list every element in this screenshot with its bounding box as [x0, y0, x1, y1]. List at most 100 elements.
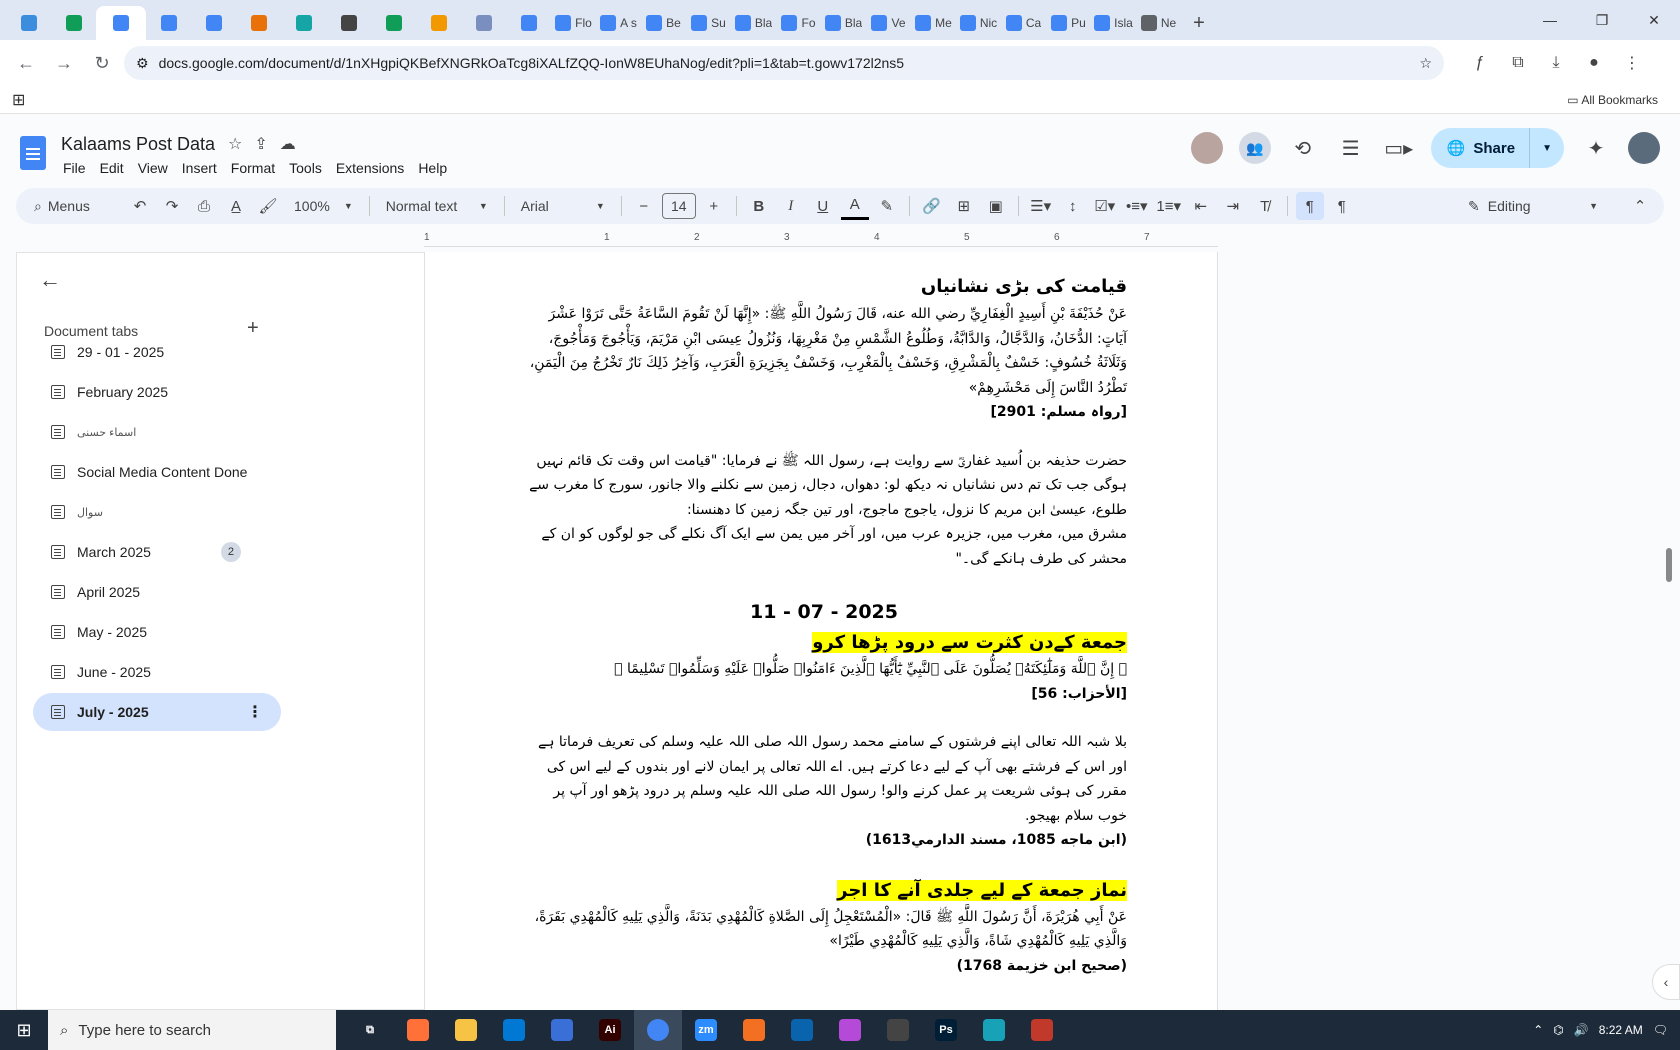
underline-icon[interactable]: U	[809, 192, 837, 220]
restore-icon[interactable]: ❐	[1576, 0, 1628, 40]
rtl-icon[interactable]: ¶	[1328, 192, 1356, 220]
app-grid-icon[interactable]	[1018, 1010, 1066, 1050]
browser-tab[interactable]	[236, 6, 281, 40]
back-icon[interactable]: ←	[10, 47, 42, 79]
video-call-icon[interactable]: ▭▸	[1383, 132, 1415, 164]
browser-tab[interactable]: Isla	[1091, 6, 1136, 40]
bookmark-star-icon[interactable]: ☆	[1419, 55, 1432, 72]
increase-indent-icon[interactable]: ⇥	[1219, 192, 1247, 220]
browser-tab[interactable]	[51, 6, 96, 40]
puzzle-icon[interactable]: ⧉	[1506, 51, 1530, 75]
download-icon[interactable]: ⤓	[1544, 51, 1568, 75]
browser-tab[interactable]	[461, 6, 506, 40]
kebab-menu-icon[interactable]: ⋮	[1620, 51, 1644, 75]
increase-font-size-icon[interactable]: +	[700, 192, 728, 220]
docs-logo-icon[interactable]	[20, 136, 46, 170]
minimize-icon[interactable]: —	[1524, 0, 1576, 40]
menu-help[interactable]: Help	[411, 158, 454, 178]
taskbar-search-input[interactable]: ⌕ Type here to search	[48, 1010, 336, 1050]
paint-icon[interactable]	[826, 1010, 874, 1050]
decrease-indent-icon[interactable]: ⇤	[1187, 192, 1215, 220]
menu-tools[interactable]: Tools	[282, 158, 329, 178]
collaborator-avatar[interactable]	[1190, 132, 1223, 164]
browser-tab[interactable]: Nic	[956, 6, 1001, 40]
document-tab-item[interactable]: Social Media Content Done	[33, 453, 281, 491]
link-icon[interactable]: 🔗	[918, 192, 946, 220]
document-tab-item[interactable]: February 2025	[33, 373, 281, 411]
clock[interactable]: 8:22 AM	[1599, 1022, 1643, 1038]
redo-icon[interactable]: ↷	[158, 192, 186, 220]
all-bookmarks-link[interactable]: ▭ All Bookmarks	[1567, 93, 1668, 107]
menu-extensions[interactable]: Extensions	[329, 158, 411, 178]
font-size-input[interactable]: 14	[661, 193, 696, 219]
back-arrow-icon[interactable]: ←	[39, 267, 61, 293]
menu-format[interactable]: Format	[224, 158, 282, 178]
photoshop-icon[interactable]: Ps	[922, 1010, 970, 1050]
document-tab-item[interactable]: سوال	[33, 493, 281, 531]
close-icon[interactable]: ✕	[1628, 0, 1680, 40]
browser-tab[interactable]: Ne	[1136, 6, 1181, 40]
share-button[interactable]: 🌐 Share ▼	[1430, 128, 1564, 168]
line-spacing-icon[interactable]: ↕	[1059, 192, 1087, 220]
chrome-icon[interactable]	[634, 1010, 682, 1050]
menu-view[interactable]: View	[131, 158, 175, 178]
document-page[interactable]: قیامت کی بڑی نشانیاں عَنْ حُذَيْفَةَ بْن…	[424, 252, 1218, 1010]
outlook-icon[interactable]	[778, 1010, 826, 1050]
side-panel-toggle-icon[interactable]: ‹	[1652, 964, 1680, 1000]
bulleted-list-icon[interactable]: •≡▾	[1123, 192, 1151, 220]
menus-search[interactable]: ⌕ Menus	[26, 192, 122, 220]
firefox-icon[interactable]	[394, 1010, 442, 1050]
browser-tab[interactable]: Fo	[776, 6, 821, 40]
browser-tab[interactable]: A s	[596, 6, 641, 40]
document-title[interactable]: Kalaams Post Data	[61, 134, 215, 155]
history-icon[interactable]: ⟲	[1287, 132, 1319, 164]
bold-icon[interactable]: B	[745, 192, 773, 220]
url-input[interactable]: ⚙ docs.google.com/document/d/1nXHgpiQKBe…	[124, 46, 1444, 80]
undo-icon[interactable]: ↶	[126, 192, 154, 220]
browser-tab[interactable]	[191, 6, 236, 40]
browser-tab[interactable]: Be	[641, 6, 686, 40]
browser-tab[interactable]: Me	[911, 6, 956, 40]
browser-tab[interactable]	[326, 6, 371, 40]
font-extension-icon[interactable]: ƒ	[1468, 51, 1492, 75]
menu-file[interactable]: File	[56, 158, 93, 178]
app-icon[interactable]	[970, 1010, 1018, 1050]
document-tab-item[interactable]: March 2025 2	[33, 533, 281, 571]
star-icon[interactable]: ☆	[228, 134, 242, 154]
meet-people-icon[interactable]: 👥	[1238, 132, 1271, 164]
browser-tab[interactable]	[281, 6, 326, 40]
document-tab-item[interactable]: July - 2025 ⋮	[33, 693, 281, 731]
document-tab-item[interactable]: اسماء حسنى	[33, 413, 281, 451]
print-icon[interactable]: ⎙	[190, 192, 218, 220]
browser-tab[interactable]	[6, 6, 51, 40]
paint-format-icon[interactable]: 🖌	[254, 192, 282, 220]
share-dropdown-icon[interactable]: ▼	[1529, 128, 1564, 168]
document-body[interactable]: قیامت کی بڑی نشانیاں عَنْ حُذَيْفَةَ بْن…	[521, 272, 1127, 978]
font-select[interactable]: Arial ▼	[513, 192, 613, 220]
inkscape-icon[interactable]	[874, 1010, 922, 1050]
align-icon[interactable]: ☰▾	[1027, 192, 1055, 220]
zoom-icon[interactable]: zm	[682, 1010, 730, 1050]
italic-icon[interactable]: I	[777, 192, 805, 220]
checklist-icon[interactable]: ☑▾	[1091, 192, 1119, 220]
ltr-icon[interactable]: ¶	[1295, 192, 1324, 220]
numbered-list-icon[interactable]: 1≡▾	[1155, 192, 1183, 220]
task-view-icon[interactable]: ⧉	[346, 1010, 394, 1050]
windows-start-icon[interactable]: ⊞	[0, 1010, 48, 1050]
document-tab-item[interactable]: April 2025	[33, 573, 281, 611]
decrease-font-size-icon[interactable]: −	[630, 192, 658, 220]
tab-options-icon[interactable]: ⋮	[247, 702, 263, 722]
site-info-icon[interactable]: ⚙	[136, 55, 149, 72]
browser-tab[interactable]: Pu	[1046, 6, 1091, 40]
vertical-scrollbar[interactable]	[1662, 252, 1676, 1010]
collapse-menus-icon[interactable]: ⌃	[1626, 192, 1654, 220]
account-avatar[interactable]	[1628, 132, 1660, 164]
new-tab-button[interactable]: +	[1181, 6, 1217, 40]
browser-tab[interactable]	[96, 6, 146, 40]
apps-grid-icon[interactable]: ⊞	[12, 90, 25, 110]
firefox-icon[interactable]	[538, 1010, 586, 1050]
network-icon[interactable]: ⌬	[1553, 1023, 1563, 1037]
browser-tab[interactable]	[146, 6, 191, 40]
clear-formatting-icon[interactable]: T̸	[1251, 192, 1279, 220]
editing-mode-select[interactable]: ✎ Editing ▼	[1458, 198, 1608, 215]
